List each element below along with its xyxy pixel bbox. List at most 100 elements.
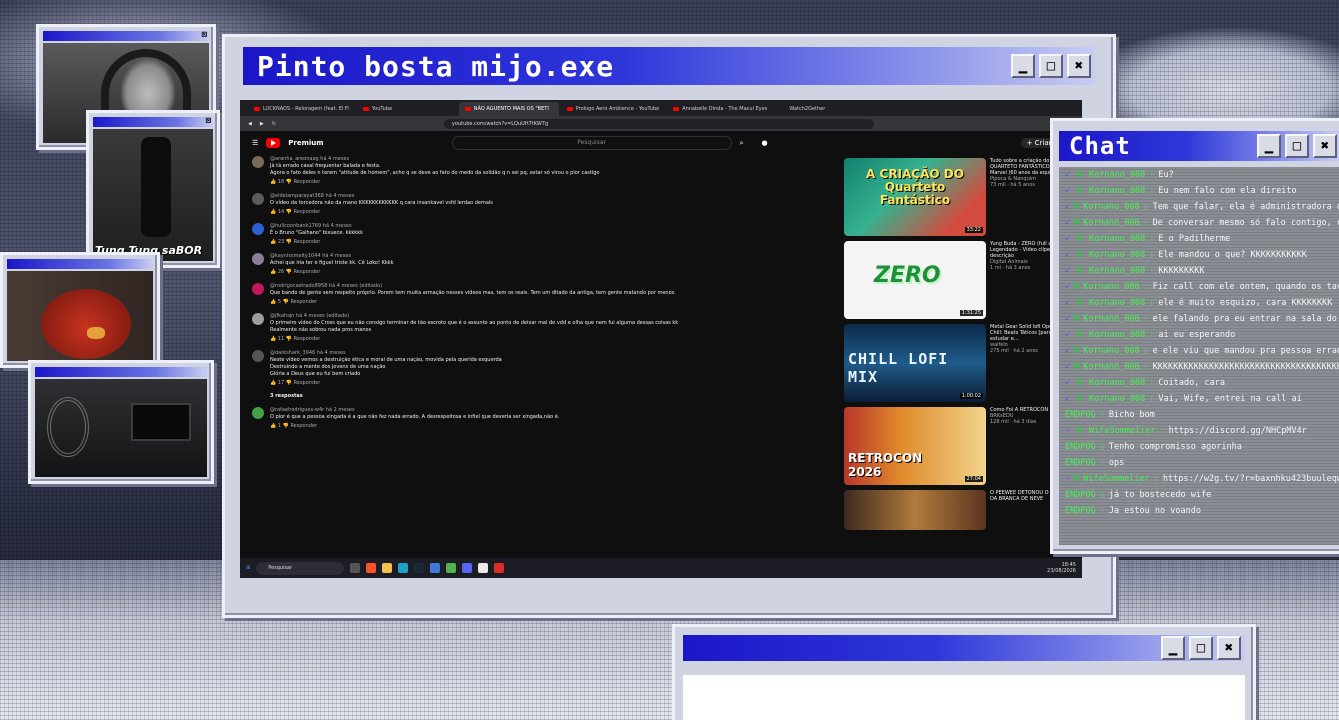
avatar[interactable]	[252, 156, 264, 168]
chat-username[interactable]: ENDPOG	[1065, 410, 1096, 420]
reply-button[interactable]: Responder	[290, 299, 317, 305]
video-item[interactable]: ZERO 1:31:25 Yung Buda - ZERO (full albu…	[844, 241, 1080, 319]
close-button[interactable]: ✖	[1313, 134, 1337, 158]
dislike-icon[interactable]: 👎	[283, 299, 289, 305]
app-icon[interactable]	[446, 563, 457, 573]
tab-5[interactable]: Annabelle Dinda - The Macul Eyes	[667, 102, 773, 116]
video-item[interactable]: O PEEWEE DETONOU O FILME DA BRANCA DE NE…	[844, 490, 1080, 530]
dislike-icon[interactable]: 👎	[286, 336, 292, 342]
avatar[interactable]	[252, 253, 264, 265]
webcam-titlebar[interactable]	[7, 259, 153, 269]
youtube-logo-icon[interactable]	[266, 138, 281, 148]
video-thumbnail[interactable]: ZERO 1:31:25	[844, 241, 986, 319]
chat-username[interactable]: Kornano_008	[1083, 202, 1139, 212]
chat-username[interactable]: Kornano_008	[1089, 394, 1145, 404]
discord-icon[interactable]	[462, 563, 473, 573]
avatar[interactable]	[252, 350, 264, 362]
avatar[interactable]	[252, 313, 264, 325]
chat-username[interactable]: Kornano_008	[1089, 186, 1145, 196]
reload-icon[interactable]: ↻	[272, 121, 276, 127]
task-view-icon[interactable]	[350, 563, 361, 573]
chat-username[interactable]: ENDPOG	[1065, 442, 1096, 452]
close-button[interactable]: ✖	[1217, 636, 1241, 660]
chat-username[interactable]: Kornano_008	[1089, 234, 1145, 244]
chat-username[interactable]: Kornano_008	[1089, 170, 1145, 180]
chat-username[interactable]: Kornano_008	[1083, 218, 1139, 228]
webcam-titlebar[interactable]	[35, 367, 207, 377]
reply-button[interactable]: Responder	[294, 380, 321, 386]
back-icon[interactable]: ◀	[248, 121, 252, 127]
video-item[interactable]: A CRIAÇÃO DO Quarteto Fantástico 33:22 T…	[844, 158, 1080, 236]
steam-icon[interactable]	[414, 563, 425, 573]
minimize-button[interactable]: ▁	[1161, 636, 1185, 660]
bottom-titlebar[interactable]: ▁ □ ✖	[683, 635, 1245, 661]
chat-window[interactable]: Chat ▁ □ ✖ ✓ K Kornano_008: Eu? ✓ K Kornano_00…	[1050, 118, 1339, 554]
webcam-window-4[interactable]	[28, 360, 214, 484]
chat-username[interactable]: Kornano_008	[1089, 266, 1145, 276]
tab-2[interactable]: YouTube	[357, 102, 457, 116]
reply-button[interactable]: Responder	[294, 269, 321, 275]
edge-icon[interactable]	[398, 563, 409, 573]
like-icon[interactable]: 👍	[270, 336, 276, 342]
mic-icon[interactable]: ●	[762, 139, 768, 147]
reply-button[interactable]: Responder	[290, 423, 317, 429]
like-icon[interactable]: 👍	[270, 209, 276, 215]
dislike-icon[interactable]: 👎	[286, 380, 292, 386]
chat-username[interactable]: WifeSommelier	[1089, 426, 1156, 436]
reply-button[interactable]: Responder	[294, 336, 321, 342]
replies-toggle[interactable]: 3 respostas	[270, 393, 502, 400]
comment-author[interactable]: @aranha_areonaag há 4 meses	[270, 156, 599, 163]
brave-icon[interactable]	[366, 563, 377, 573]
browser-window[interactable]: LUCKNAOS - Reloragem (feat. El Fi YouTub…	[240, 100, 1082, 578]
webcam-titlebar[interactable]: ⊠	[93, 116, 213, 127]
comment-author[interactable]: @hullcoonbank1769 há 4 meses	[270, 223, 363, 230]
forward-icon[interactable]: ▶	[260, 121, 264, 127]
video-thumbnail[interactable]: RETROCON 2026 27:04	[844, 407, 986, 485]
menu-icon[interactable]: ☰	[252, 139, 258, 147]
taskbar-search[interactable]: Pesquisar	[256, 561, 345, 575]
chat-username[interactable]: ENDPOG	[1065, 506, 1096, 516]
comment-author[interactable]: @rafaelrodrigues-w4r há 2 meses	[270, 407, 559, 414]
webcam-window-3[interactable]	[0, 252, 160, 368]
webcam-window-2[interactable]: ⊠ Tung Tung saBOR	[86, 110, 220, 268]
tab-3-active[interactable]: NÃO AGUENTO MAIS OS "BETI	[458, 102, 559, 116]
url-field[interactable]: youtube.com/watch?v=LQuUH7tKW7g	[443, 118, 874, 129]
avatar[interactable]	[252, 223, 264, 235]
avatar[interactable]	[252, 193, 264, 205]
search-icon[interactable]: ⌕	[740, 139, 744, 148]
chat-username[interactable]: Kornano_008	[1083, 282, 1139, 292]
minimize-button[interactable]: ▁	[1257, 134, 1281, 158]
video-thumbnail[interactable]	[844, 490, 986, 530]
avatar[interactable]	[252, 407, 264, 419]
reply-button[interactable]: Responder	[294, 179, 321, 185]
like-icon[interactable]: 👍	[270, 380, 276, 386]
comment-author[interactable]: @rodrigocastrado8958 há 4 meses (editado…	[270, 283, 676, 290]
windows-start-icon[interactable]: ⊞	[246, 565, 250, 571]
reply-button[interactable]: Responder	[294, 239, 321, 245]
video-item[interactable]: RETROCON 2026 27:04 Como Foi A RETROCON …	[844, 407, 1080, 485]
folder-icon[interactable]	[382, 563, 393, 573]
tab-1[interactable]: LUCKNAOS - Reloragem (feat. El Fi	[248, 102, 355, 116]
like-icon[interactable]: 👍	[270, 269, 276, 275]
dislike-icon[interactable]: 👎	[286, 269, 292, 275]
taskbar-clock[interactable]: 18:45 23/08/2026	[1047, 562, 1076, 574]
chat-username[interactable]: ENDPOG	[1065, 490, 1096, 500]
dislike-icon[interactable]: 👎	[286, 239, 292, 245]
main-titlebar[interactable]: Pinto bosta mijo.exe ▁ □ ✖	[243, 47, 1095, 85]
comment-author[interactable]: @darkshark_3946 há 4 meses	[270, 350, 502, 357]
maximize-button[interactable]: □	[1189, 636, 1213, 660]
dislike-icon[interactable]: 👎	[286, 209, 292, 215]
like-icon[interactable]: 👍	[270, 179, 276, 185]
close-button[interactable]: ✖	[1067, 54, 1091, 78]
bottom-window[interactable]: ▁ □ ✖	[672, 624, 1256, 720]
chat-username[interactable]: WifeSommelier	[1083, 474, 1150, 484]
like-icon[interactable]: 👍	[270, 239, 276, 245]
video-thumbnail[interactable]: CHILL LOFI MIX 1:00:02	[844, 324, 986, 402]
video-item[interactable]: CHILL LOFI MIX 1:00:02 Metal Gear Solid …	[844, 324, 1080, 402]
chrome-icon[interactable]	[478, 563, 489, 573]
maximize-button[interactable]: □	[1039, 54, 1063, 78]
comment-author[interactable]: @jfkahsjn há 4 meses (editado)	[270, 313, 678, 320]
app-icon[interactable]	[430, 563, 441, 573]
comment-author[interactable]: @eldelamparayat368 há 4 meses	[270, 193, 493, 200]
minimize-button[interactable]: ▁	[1011, 54, 1035, 78]
